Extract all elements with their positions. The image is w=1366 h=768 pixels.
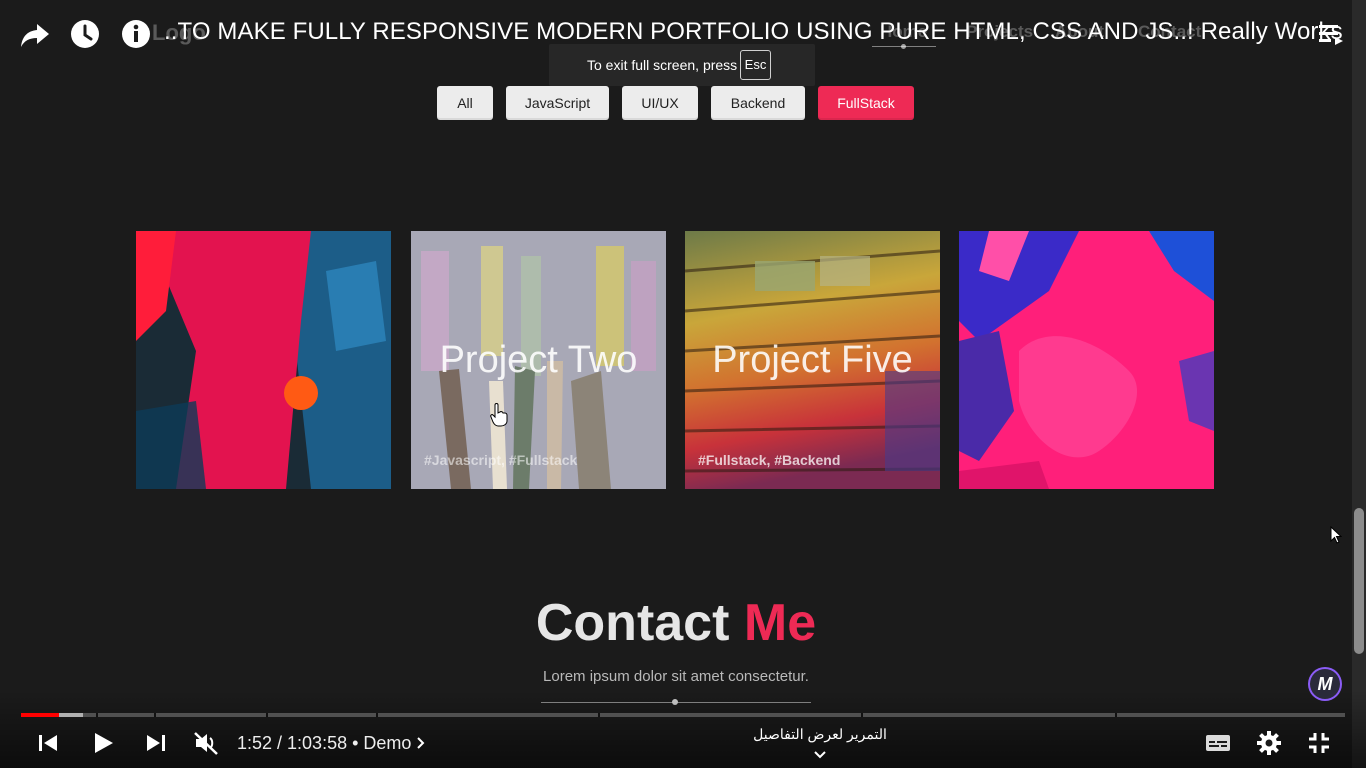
mouse-cursor-icon (1330, 526, 1342, 544)
scrollbar-thumb[interactable] (1354, 508, 1364, 654)
previous-button[interactable] (33, 728, 63, 758)
chapter-marker (598, 713, 600, 717)
fullscreen-notice-text: To exit full screen, press (587, 57, 738, 73)
chapter-marker (376, 713, 378, 717)
project-five-title: Project Five (712, 339, 913, 381)
contact-heading-main: Contact (535, 594, 730, 652)
watch-later-icon[interactable] (67, 16, 103, 52)
filter-uiux-button[interactable]: UI/UX (622, 86, 698, 120)
project-card-1[interactable] (136, 231, 391, 489)
next-icon (147, 735, 165, 751)
filter-fullstack-button[interactable]: FullStack (818, 86, 914, 120)
play-button[interactable] (88, 728, 118, 758)
settings-icon (1257, 731, 1281, 755)
chapter-marker (154, 713, 156, 717)
project-card-2[interactable]: Project Two #Javascript, #Fullstack (411, 231, 666, 489)
subtitles-button[interactable] (1203, 728, 1233, 758)
play-icon (95, 733, 113, 753)
chevron-right-icon (417, 737, 425, 749)
previous-icon (39, 735, 57, 751)
chapter-marker (861, 713, 863, 717)
chapter-marker (1115, 713, 1117, 717)
chapter-marker (266, 713, 268, 717)
fullscreen-exit-notice: To exit full screen, press Esc (549, 44, 815, 86)
filter-javascript-button[interactable]: JavaScript (506, 86, 609, 120)
project-card-4[interactable] (959, 231, 1214, 489)
progress-bar[interactable] (21, 713, 1345, 717)
contact-subtitle: Lorem ipsum dolor sit amet consectetur. (543, 668, 809, 685)
contact-heading: Contact Me (0, 593, 1352, 653)
time-and-chapter-text: 1:52 / 1:03:58 • Demo (237, 733, 412, 753)
subtitles-icon (1206, 735, 1230, 751)
exit-fullscreen-button[interactable] (1304, 728, 1334, 758)
exit-fullscreen-icon (1309, 733, 1329, 753)
next-button[interactable] (141, 728, 171, 758)
project-two-tags: #Javascript, #Fullstack (424, 452, 578, 468)
mute-button[interactable] (191, 728, 221, 758)
filter-all-button[interactable]: All (437, 86, 493, 120)
share-icon[interactable] (17, 16, 53, 52)
chapter-marker (96, 713, 98, 717)
time-display[interactable]: 1:52 / 1:03:58 • Demo (237, 733, 426, 754)
hand-cursor-icon (490, 403, 508, 427)
video-title: ..TO MAKE FULLY RESPONSIVE MODERN PORTFO… (164, 18, 1343, 45)
project-five-tags: #Fullstack, #Backend (698, 452, 841, 468)
project-image-1 (136, 231, 391, 489)
esc-key-badge: Esc (740, 50, 771, 80)
scroll-for-details-hint[interactable]: التمرير لعرض التفاصيل (740, 726, 900, 743)
mute-icon (194, 732, 218, 755)
project-card-3[interactable]: Project Five #Fullstack, #Backend (685, 231, 940, 489)
info-icon[interactable] (118, 16, 154, 52)
playlist-icon[interactable] (1314, 16, 1350, 52)
contact-heading-accent: Me (743, 594, 817, 652)
progress-played (21, 713, 59, 717)
chevron-down-icon[interactable] (812, 748, 828, 762)
project-image-4 (959, 231, 1214, 489)
filter-backend-button[interactable]: Backend (711, 86, 805, 120)
project-two-title: Project Two (439, 339, 638, 381)
settings-button[interactable] (1254, 728, 1284, 758)
channel-logo-icon[interactable]: M (1308, 667, 1342, 701)
